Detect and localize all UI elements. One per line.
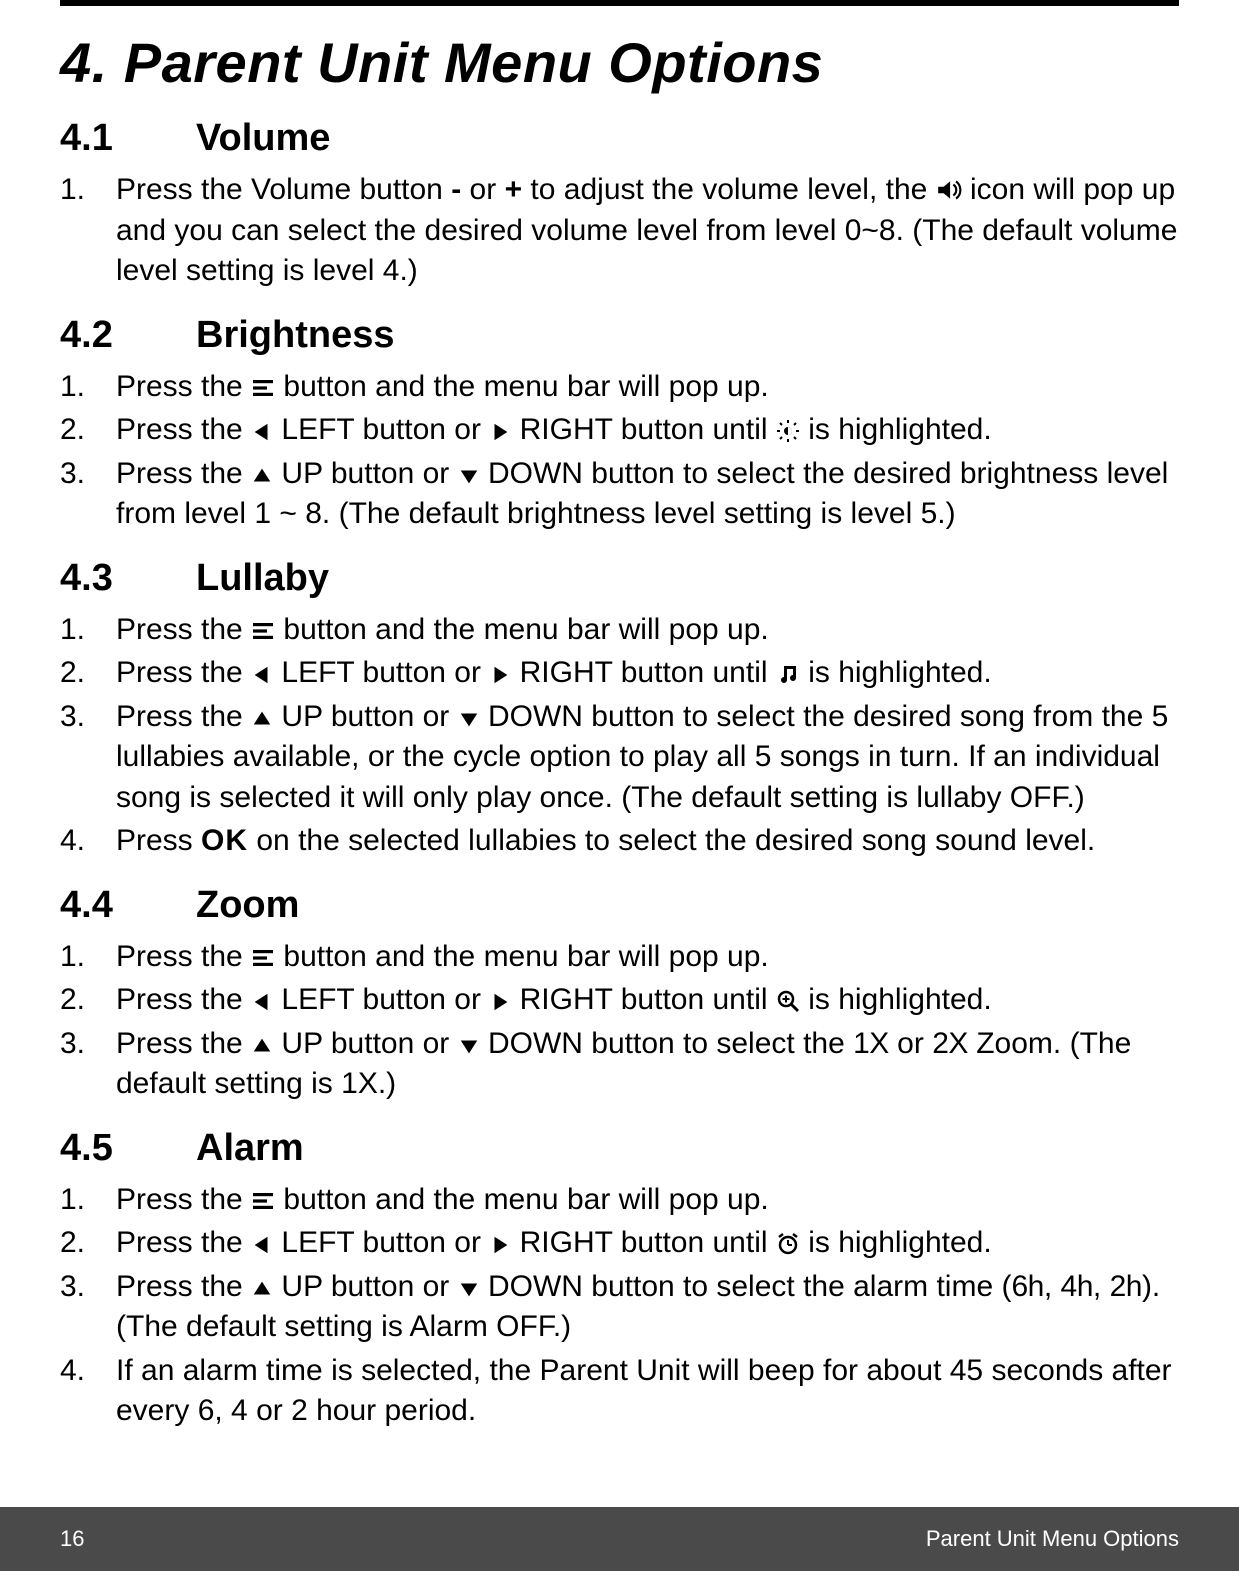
list-item: 2. Press the LEFT button or RIGHT button… <box>60 980 1179 1021</box>
left-arrow-icon <box>251 664 273 686</box>
right-arrow-icon <box>489 991 511 1013</box>
section-name: Zoom <box>196 884 299 927</box>
brightness-icon <box>776 419 800 443</box>
left-arrow-icon <box>251 1234 273 1256</box>
section-name: Brightness <box>196 314 394 357</box>
section-lullaby: 4.3 Lullaby 1. Press the button and the … <box>60 557 1179 862</box>
up-arrow-icon <box>251 708 273 730</box>
minus-label: - <box>451 173 461 206</box>
zoom-1x-label: 1X <box>853 1027 889 1060</box>
list-item: 1. Press the button and the menu bar wil… <box>60 610 1179 651</box>
alarm-6h-label: 6h <box>1011 1270 1043 1303</box>
page: 4. Parent Unit Menu Options 4.1 Volume 1… <box>0 0 1239 1571</box>
section-number: 4.1 <box>60 117 150 160</box>
speaker-icon <box>936 177 962 203</box>
footer-label: Parent Unit Menu Options <box>926 1526 1179 1552</box>
right-arrow-icon <box>489 664 511 686</box>
menu-icon <box>251 946 275 970</box>
music-icon <box>776 662 800 686</box>
list-item: 2. Press the LEFT button or RIGHT button… <box>60 1223 1179 1264</box>
menu-icon <box>251 619 275 643</box>
list-item: 3. Press the UP button or DOWN button to… <box>60 1267 1179 1348</box>
right-arrow-icon <box>489 421 511 443</box>
down-arrow-icon <box>458 1035 480 1057</box>
section-name: Alarm <box>196 1127 304 1170</box>
list-item: 3. Press the UP button or DOWN button to… <box>60 697 1179 819</box>
section-name: Volume <box>196 117 330 160</box>
list-item: 1. Press the button and the menu bar wil… <box>60 1180 1179 1221</box>
zoom-icon <box>776 989 800 1013</box>
list-item: 2. Press the LEFT button or RIGHT button… <box>60 410 1179 451</box>
section-zoom: 4.4 Zoom 1. Press the button and the men… <box>60 884 1179 1105</box>
zoom-2x-label: 2X <box>932 1027 968 1060</box>
section-number: 4.2 <box>60 314 150 357</box>
left-arrow-icon <box>251 991 273 1013</box>
list-item: 4. If an alarm time is selected, the Par… <box>60 1351 1179 1432</box>
section-alarm: 4.5 Alarm 1. Press the button and the me… <box>60 1127 1179 1432</box>
down-arrow-icon <box>458 465 480 487</box>
down-arrow-icon <box>458 708 480 730</box>
section-number: 4.3 <box>60 557 150 600</box>
section-number: 4.4 <box>60 884 150 927</box>
section-number: 4.5 <box>60 1127 150 1170</box>
list-item: 3. Press the UP button or DOWN button to… <box>60 1024 1179 1105</box>
list-item: 4. Press OK on the selected lullabies to… <box>60 821 1179 862</box>
section-volume: 4.1 Volume 1. Press the Volume button - … <box>60 117 1179 292</box>
up-arrow-icon <box>251 1035 273 1057</box>
list-item: 3. Press the UP button or DOWN button to… <box>60 454 1179 535</box>
up-arrow-icon <box>251 1278 273 1300</box>
alarm-icon <box>776 1232 800 1256</box>
list-item: 1. Press the Volume button - or + to adj… <box>60 170 1179 292</box>
page-number: 16 <box>60 1526 84 1552</box>
top-rule <box>60 0 1179 6</box>
down-arrow-icon <box>458 1278 480 1300</box>
up-arrow-icon <box>251 465 273 487</box>
list-item: 1. Press the button and the menu bar wil… <box>60 937 1179 978</box>
alarm-4h-label: 4h <box>1061 1270 1093 1303</box>
list-item: 2. Press the LEFT button or RIGHT button… <box>60 653 1179 694</box>
alarm-2h-label: 2h <box>1110 1270 1142 1303</box>
plus-label: + <box>505 173 523 206</box>
section-name: Lullaby <box>196 557 329 600</box>
step-number: 1. <box>60 170 116 292</box>
section-brightness: 4.2 Brightness 1. Press the button and t… <box>60 314 1179 535</box>
right-arrow-icon <box>489 1234 511 1256</box>
page-title: 4. Parent Unit Menu Options <box>60 30 1179 95</box>
menu-icon <box>251 1189 275 1213</box>
list-item: 1. Press the button and the menu bar wil… <box>60 367 1179 408</box>
footer: 16 Parent Unit Menu Options <box>0 1507 1239 1571</box>
left-arrow-icon <box>251 421 273 443</box>
ok-label: OK <box>201 824 248 857</box>
menu-icon <box>251 376 275 400</box>
